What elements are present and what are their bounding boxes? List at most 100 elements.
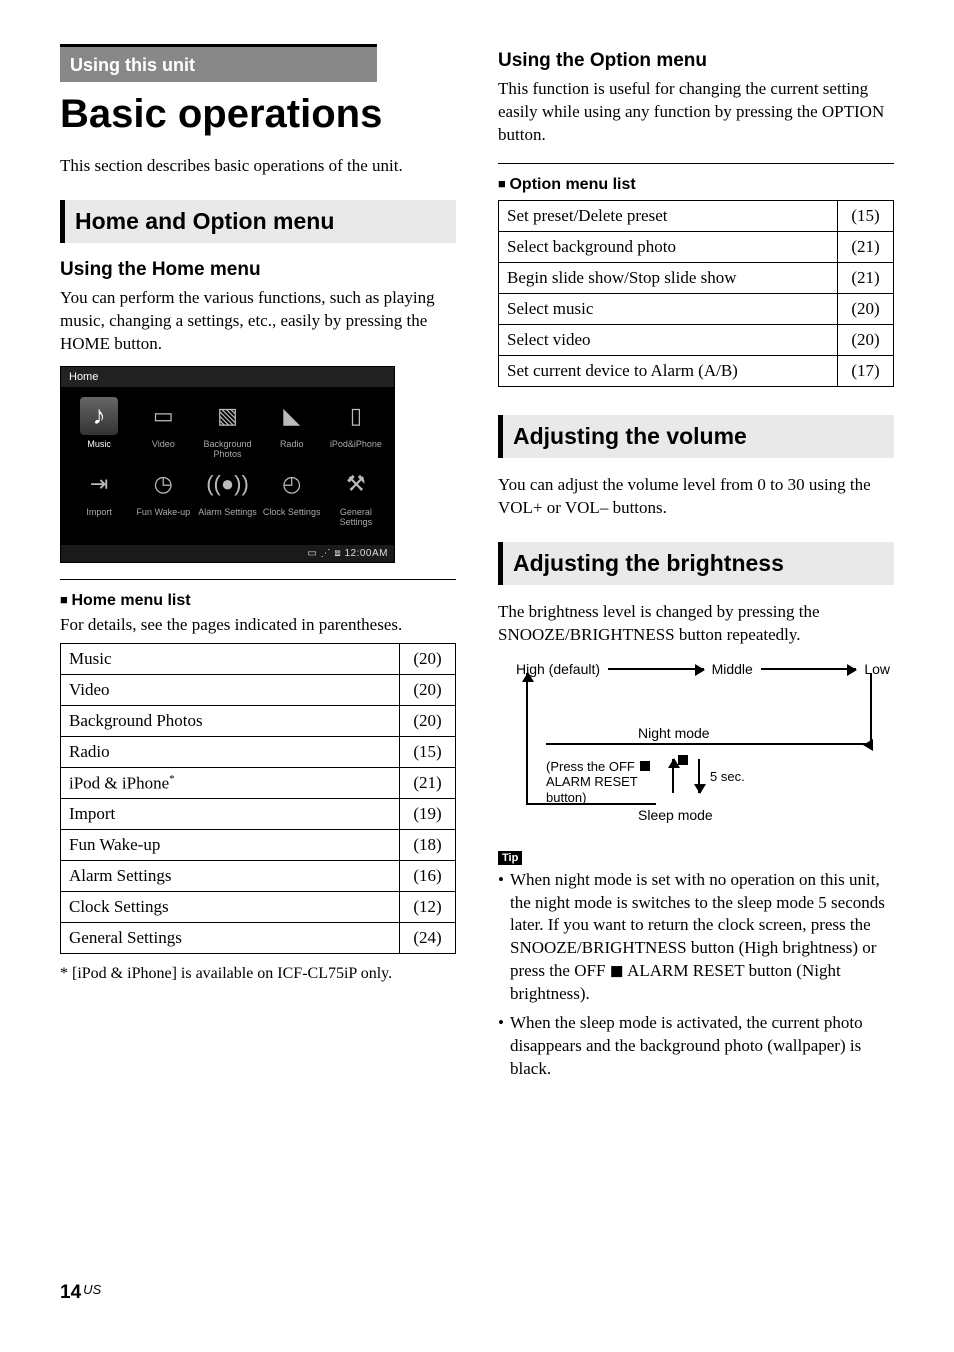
table-row: Music(20) <box>61 643 456 674</box>
heading-adj-brightness: Adjusting the brightness <box>498 542 894 585</box>
stop-icon <box>678 755 688 765</box>
screenshot-item-label: Import <box>67 507 131 517</box>
brightness-diagram: High (default) Middle Low Night mode (Pr… <box>498 661 894 841</box>
screenshot-item: ♪ Music <box>67 397 131 459</box>
heading-home-list: Home menu list <box>60 592 456 610</box>
home-list-caption: For details, see the pages indicated in … <box>60 614 456 637</box>
table-cell-label: Fun Wake-up <box>61 830 400 861</box>
table-row: Select music(20) <box>499 293 894 324</box>
using-home-body: You can perform the various functions, s… <box>60 287 456 356</box>
screenshot-item: ▧ Background Photos <box>195 397 259 459</box>
table-cell-label: iPod & iPhone* <box>61 767 400 799</box>
table-cell-page: (18) <box>400 830 456 861</box>
line-down-icon <box>870 673 872 743</box>
page-number-value: 14 <box>60 1282 81 1303</box>
bd-night-mode: Night mode <box>638 725 710 741</box>
table-cell-label: Set preset/Delete preset <box>499 200 838 231</box>
heading-option-list: Option menu list <box>498 176 894 194</box>
table-cell-page: (12) <box>400 892 456 923</box>
arrow-down-icon <box>698 759 700 793</box>
table-cell-label: Set current device to Alarm (A/B) <box>499 355 838 386</box>
intro-text: This section describes basic operations … <box>60 155 456 178</box>
table-cell-label: General Settings <box>61 923 400 954</box>
table-cell-label: Music <box>61 643 400 674</box>
screenshot-item-label: Radio <box>260 439 324 449</box>
screenshot-item-icon: ((●)) <box>208 465 246 503</box>
table-row: Background Photos(20) <box>61 705 456 736</box>
heading-home-option: Home and Option menu <box>60 200 456 243</box>
table-row: Radio(15) <box>61 736 456 767</box>
table-row: Fun Wake-up(18) <box>61 830 456 861</box>
table-cell-label: Import <box>61 799 400 830</box>
divider <box>498 163 894 164</box>
page-title: Basic operations <box>60 92 456 137</box>
screenshot-item-icon: ◴ <box>273 465 311 503</box>
table-cell-page: (15) <box>400 736 456 767</box>
bd-sleep-mode: Sleep mode <box>638 807 713 823</box>
screenshot-item-icon: ▭ <box>144 397 182 435</box>
arrow-left-icon <box>546 743 872 745</box>
screenshot-item-label: Alarm Settings <box>195 507 259 517</box>
table-row: Select video(20) <box>499 324 894 355</box>
table-cell-page: (17) <box>838 355 894 386</box>
table-row: Set current device to Alarm (A/B)(17) <box>499 355 894 386</box>
table-cell-label: Begin slide show/Stop slide show <box>499 262 838 293</box>
heading-adj-volume: Adjusting the volume <box>498 415 894 458</box>
screenshot-item-icon: ▯ <box>337 397 375 435</box>
bd-low: Low <box>864 661 890 677</box>
table-cell-page: (20) <box>838 324 894 355</box>
screenshot-item-icon: ♪ <box>80 397 118 435</box>
screenshot-item: ▯iPod&iPhone <box>324 397 388 459</box>
table-cell-page: (24) <box>400 923 456 954</box>
screenshot-item-icon: ◷ <box>144 465 182 503</box>
screenshot-status: ▭ ⋰ ⧈ 12:00AM <box>61 545 394 562</box>
home-screenshot: Home ♪ Music ▭ Video ▧ Background Photos ◣ Radi… <box>60 366 395 563</box>
screenshot-item-label: Music <box>67 439 131 449</box>
table-cell-label: Alarm Settings <box>61 861 400 892</box>
table-row: Import(19) <box>61 799 456 830</box>
screenshot-item: ◣ Radio <box>260 397 324 459</box>
table-cell-label: Select video <box>499 324 838 355</box>
screenshot-item: ▭ Video <box>131 397 195 459</box>
screenshot-item: ⇥Import <box>67 465 131 527</box>
arrow-right-icon <box>761 668 857 670</box>
footnote: * [iPod & iPhone] is available on ICF-CL… <box>60 964 456 985</box>
table-cell-page: (20) <box>400 674 456 705</box>
table-cell-page: (21) <box>838 262 894 293</box>
page-region: US <box>83 1282 101 1297</box>
screenshot-item-icon: ⚒ <box>337 465 375 503</box>
table-row: Clock Settings(12) <box>61 892 456 923</box>
arrow-right-icon <box>608 668 704 670</box>
table-cell-page: (19) <box>400 799 456 830</box>
table-row: Set preset/Delete preset(15) <box>499 200 894 231</box>
table-cell-label: Radio <box>61 736 400 767</box>
screenshot-item: ◴Clock Settings <box>260 465 324 527</box>
page-number: 14US <box>60 1282 101 1304</box>
screenshot-title: Home <box>61 367 394 387</box>
table-row: Alarm Settings(16) <box>61 861 456 892</box>
bd-middle: Middle <box>712 661 753 677</box>
table-row: General Settings(24) <box>61 923 456 954</box>
screenshot-item-label: Video <box>131 439 195 449</box>
table-row: iPod & iPhone*(21) <box>61 767 456 799</box>
screenshot-item: ((●)) Alarm Settings <box>195 465 259 527</box>
screenshot-item-icon: ◣ <box>273 397 311 435</box>
divider <box>60 579 456 580</box>
heading-using-home: Using the Home menu <box>60 259 456 281</box>
table-cell-page: (20) <box>838 293 894 324</box>
adj-volume-body: You can adjust the volume level from 0 t… <box>498 474 894 520</box>
bd-press-note: (Press the OFF ALARM RESET button) <box>546 759 652 806</box>
table-cell-label: Video <box>61 674 400 705</box>
table-cell-page: (21) <box>838 231 894 262</box>
screenshot-item-label: Background Photos <box>195 439 259 459</box>
screenshot-item-icon: ▧ <box>208 397 246 435</box>
arrow-up-icon <box>526 673 528 803</box>
table-cell-page: (20) <box>400 705 456 736</box>
table-row: Begin slide show/Stop slide show(21) <box>499 262 894 293</box>
table-cell-label: Background Photos <box>61 705 400 736</box>
table-cell-page: (20) <box>400 643 456 674</box>
press-l2: ALARM RESET <box>546 774 638 789</box>
table-row: Select background photo(21) <box>499 231 894 262</box>
line-icon <box>526 803 656 805</box>
section-tag: Using this unit <box>60 44 377 82</box>
